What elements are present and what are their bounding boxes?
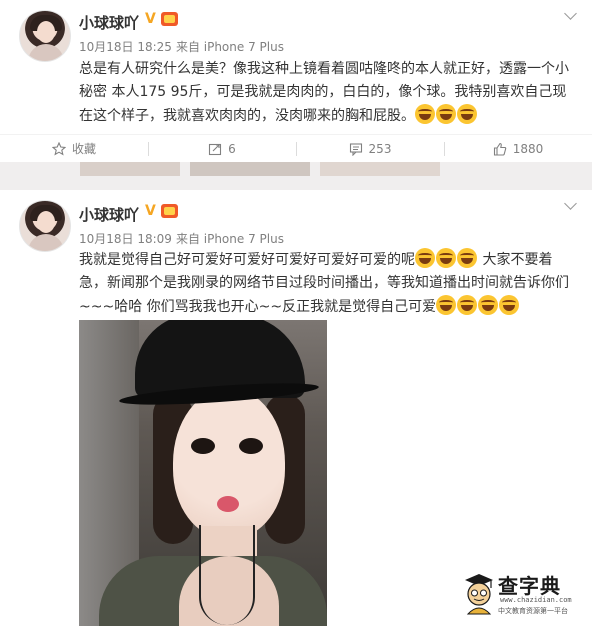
post-time[interactable]: 10月18日 18:25 xyxy=(79,40,172,54)
laugh-cry-emoji xyxy=(457,295,478,315)
watermark-url: www.chazidian.com xyxy=(500,596,572,604)
laugh-cry-emoji xyxy=(415,104,435,124)
chevron-down-icon[interactable] xyxy=(564,8,578,22)
post-source: 来自 iPhone 7 Plus xyxy=(175,40,284,54)
username[interactable]: 小球球吖 xyxy=(79,12,139,33)
post-source: 来自 iPhone 7 Plus xyxy=(175,232,284,246)
laugh-cry-emoji xyxy=(457,104,477,124)
post-time[interactable]: 10月18日 18:09 xyxy=(79,232,172,246)
comment-icon xyxy=(349,142,362,156)
post-meta: 10月18日 18:09 来自 iPhone 7 Plus xyxy=(79,230,288,247)
weibo-post-1: 小球球吖 V 10月18日 18:25 来自 iPhone 7 Plus 总是有人… xyxy=(0,0,592,162)
member-badge-icon[interactable] xyxy=(161,204,178,218)
favorite-button[interactable]: 收藏 xyxy=(0,135,148,162)
mascot-icon xyxy=(465,574,493,615)
repost-count: 6 xyxy=(228,141,236,156)
repost-icon xyxy=(209,143,222,155)
comment-button[interactable]: 253 xyxy=(296,135,444,162)
laugh-cry-emoji xyxy=(457,248,477,268)
avatar[interactable] xyxy=(19,200,71,252)
post-photo[interactable] xyxy=(79,320,327,626)
verified-v-icon: V xyxy=(145,203,156,219)
username[interactable]: 小球球吖 xyxy=(79,204,139,225)
laugh-cry-emoji xyxy=(478,295,499,315)
watermark-title: 查字典 xyxy=(498,574,561,598)
laugh-cry-emoji xyxy=(499,295,520,315)
post-text-part-a: 我就是觉得自己好可爱好可爱好可爱好可爱好可爱的呢 xyxy=(79,252,415,268)
watermark-subtitle: 中文教育资源第一平台 xyxy=(498,607,568,615)
image-strip xyxy=(0,162,592,190)
laugh-cry-emoji xyxy=(415,248,435,268)
like-count: 1880 xyxy=(512,141,544,156)
repost-button[interactable]: 6 xyxy=(148,135,296,162)
star-icon xyxy=(51,141,66,156)
post-text: 我就是觉得自己好可爱好可爱好可爱好可爱好可爱的呢 大家不要着急，新闻那个是我刚录… xyxy=(79,248,575,319)
verified-v-icon: V xyxy=(145,11,156,27)
avatar[interactable] xyxy=(19,10,71,62)
post-text-body: 总是有人研究什么是美？像我这种上镜看着圆咕隆咚的本人就正好，透露一个小秘密 本人… xyxy=(79,61,569,124)
chevron-down-icon[interactable] xyxy=(564,198,578,212)
post-meta: 10月18日 18:25 来自 iPhone 7 Plus xyxy=(79,38,288,55)
like-button[interactable]: 1880 xyxy=(444,135,592,162)
favorite-label: 收藏 xyxy=(71,142,96,156)
action-bar: 收藏 6 253 1880 xyxy=(0,134,592,162)
member-badge-icon[interactable] xyxy=(161,12,178,26)
laugh-cry-emoji xyxy=(436,295,457,315)
laugh-cry-emoji xyxy=(436,104,456,124)
comment-count: 253 xyxy=(368,141,392,156)
post-text: 总是有人研究什么是美？像我这种上镜看着圆咕隆咚的本人就正好，透露一个小秘密 本人… xyxy=(79,58,575,128)
laugh-cry-emoji xyxy=(436,248,456,268)
like-icon xyxy=(493,142,506,156)
watermark-logo: 查字典 www.chazidian.com 中文教育资源第一平台 xyxy=(462,566,588,622)
